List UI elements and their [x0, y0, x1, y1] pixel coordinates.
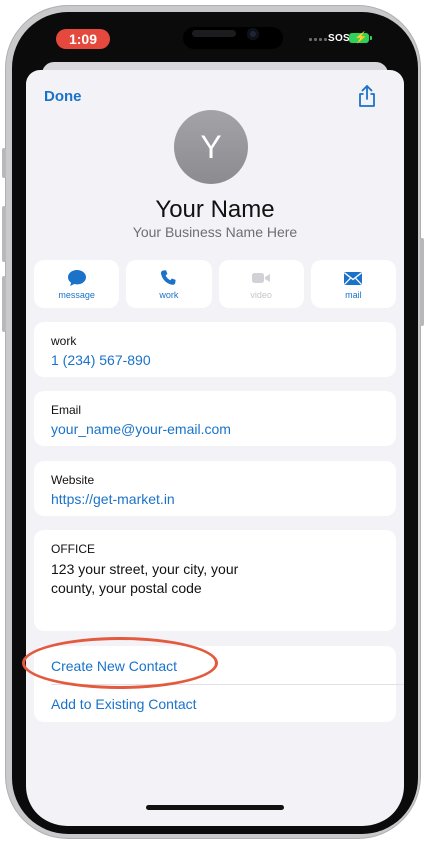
- contact-name: Your Name: [155, 196, 275, 223]
- envelope-icon: [344, 271, 363, 285]
- status-time: 1:09: [56, 29, 110, 49]
- address-line-1: 123 your street, your city, your: [51, 561, 239, 577]
- camera-icon: [247, 28, 259, 40]
- email-card: Email your_name@your-email.com: [34, 391, 396, 446]
- power-button: [420, 238, 424, 326]
- video-camera-icon: [252, 272, 271, 283]
- video-button: video: [218, 260, 304, 308]
- contact-sheet: Done Y Your Name Your Business Name Here…: [26, 70, 404, 826]
- website-link[interactable]: https://get-market.in: [51, 491, 175, 507]
- address-value[interactable]: 123 your street, your city, your county,…: [51, 560, 291, 598]
- signal-icon: [309, 38, 327, 41]
- annotation-circle: [22, 637, 218, 689]
- email-label: Email: [51, 403, 82, 417]
- carrier-label: SOS: [328, 33, 351, 44]
- website-card: Website https://get-market.in: [34, 461, 396, 516]
- address-label: OFFICE: [51, 542, 95, 556]
- battery-icon: ⚡: [349, 32, 372, 44]
- done-button[interactable]: Done: [44, 88, 82, 105]
- volume-down-button: [2, 276, 6, 332]
- call-work-button[interactable]: work: [126, 260, 212, 308]
- action-button: [2, 148, 6, 178]
- island-sensor: [192, 30, 236, 37]
- email-link[interactable]: your_name@your-email.com: [51, 421, 231, 437]
- message-button[interactable]: message: [34, 260, 120, 308]
- address-line-2: county, your postal code: [51, 580, 202, 596]
- charging-bolt-icon: ⚡: [354, 32, 368, 44]
- phone-label: work: [51, 334, 77, 348]
- address-card: OFFICE 123 your street, your city, your …: [34, 530, 396, 631]
- quick-actions: message work video mail: [34, 260, 396, 308]
- screen: 1:09 SOS ⚡ Done Y Your Name Your Busines…: [22, 20, 408, 826]
- work-label: work: [159, 289, 179, 300]
- avatar: Y: [174, 110, 248, 184]
- phone-number-link[interactable]: 1 (234) 567-890: [51, 352, 151, 368]
- add-to-existing-contact-button[interactable]: Add to Existing Contact: [51, 696, 197, 712]
- message-label: message: [58, 289, 95, 300]
- home-indicator[interactable]: [146, 805, 284, 810]
- volume-up-button: [2, 206, 6, 262]
- message-bubble-icon: [67, 269, 86, 286]
- mail-label: mail: [345, 289, 362, 300]
- website-label: Website: [51, 473, 95, 487]
- share-icon[interactable]: [357, 84, 377, 108]
- phone-card: work 1 (234) 567-890: [34, 322, 396, 377]
- video-label: video: [250, 289, 272, 300]
- contact-company: Your Business Name Here: [132, 224, 298, 240]
- mail-button[interactable]: mail: [310, 260, 396, 308]
- phone-icon: [160, 269, 176, 285]
